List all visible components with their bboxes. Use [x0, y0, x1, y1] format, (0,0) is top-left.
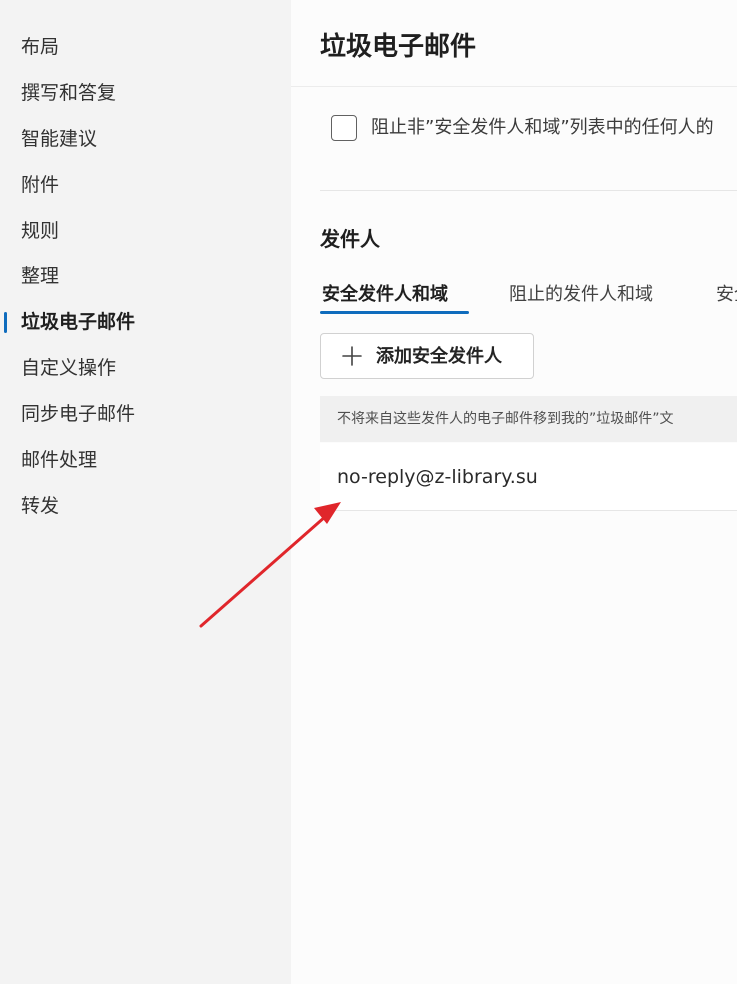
safe-senders-list-header: 不将来自这些发件人的电子邮件移到我的”垃圾邮件”文	[320, 396, 737, 442]
active-item-indicator	[4, 312, 7, 333]
sidebar-item-sweep[interactable]: 整理	[21, 263, 59, 289]
settings-sidebar: 布局 撰写和答复 智能建议 附件 规则 整理 垃圾电子邮件 自定义操作 同步电子…	[0, 0, 291, 984]
active-tab-underline	[320, 311, 469, 314]
settings-window: 布局 撰写和答复 智能建议 附件 规则 整理 垃圾电子邮件 自定义操作 同步电子…	[0, 0, 737, 984]
title-divider	[291, 86, 737, 87]
sidebar-item-compose-reply[interactable]: 撰写和答复	[21, 80, 116, 106]
list-item[interactable]: no-reply@z-library.su	[320, 443, 737, 511]
sidebar-item-rules[interactable]: 规则	[21, 218, 59, 244]
add-safe-sender-button-label: 添加安全发件人	[376, 346, 502, 367]
senders-section-title: 发件人	[320, 227, 380, 251]
tab-blocked-senders-and-domains[interactable]: 阻止的发件人和域	[509, 282, 653, 308]
junk-email-settings-pane: 垃圾电子邮件 阻止非”安全发件人和域”列表中的任何人的 发件人 安全发件人和域 …	[291, 0, 737, 984]
sidebar-item-message-handling[interactable]: 邮件处理	[21, 447, 97, 473]
section-divider	[320, 190, 737, 191]
sidebar-item-attachments[interactable]: 附件	[21, 172, 59, 198]
sidebar-item-forwarding[interactable]: 转发	[21, 493, 59, 519]
sidebar-item-sync-email[interactable]: 同步电子邮件	[21, 401, 135, 427]
sidebar-item-smart-suggestions[interactable]: 智能建议	[21, 126, 97, 152]
sidebar-item-junk-email[interactable]: 垃圾电子邮件	[21, 309, 135, 335]
tab-safe-senders-and-domains[interactable]: 安全发件人和域	[322, 282, 448, 308]
page-title: 垃圾电子邮件	[320, 32, 477, 62]
block-non-safe-senders-checkbox[interactable]	[331, 115, 357, 141]
safe-senders-list-description: 不将来自这些发件人的电子邮件移到我的”垃圾邮件”文	[337, 411, 674, 427]
plus-icon	[342, 346, 362, 366]
sidebar-item-layout[interactable]: 布局	[21, 34, 59, 60]
safe-sender-address: no-reply@z-library.su	[337, 466, 538, 488]
block-non-safe-senders-label[interactable]: 阻止非”安全发件人和域”列表中的任何人的	[371, 116, 714, 140]
tab-safe-mailing-lists[interactable]: 安全	[716, 282, 737, 308]
sidebar-item-customize-actions[interactable]: 自定义操作	[21, 355, 116, 381]
add-safe-sender-button[interactable]: 添加安全发件人	[320, 333, 534, 379]
